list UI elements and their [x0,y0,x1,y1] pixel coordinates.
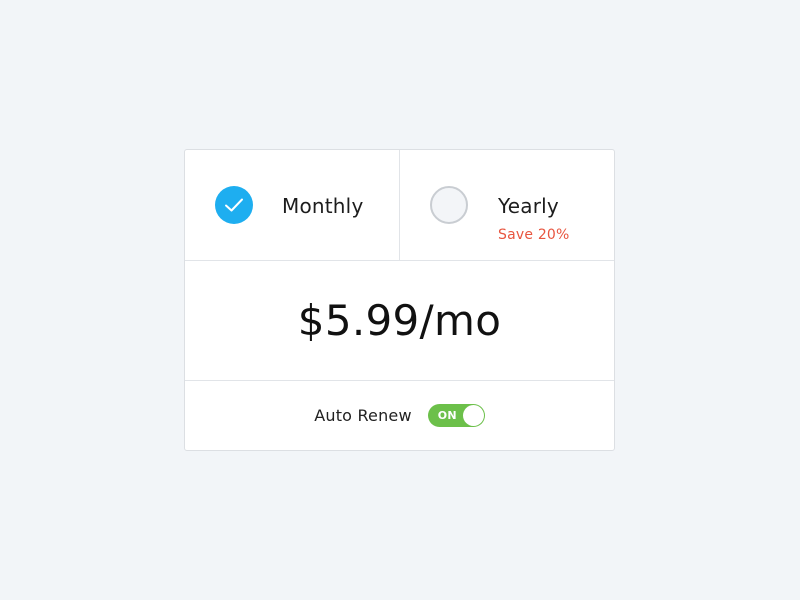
checkmark-icon [225,198,243,212]
monthly-label: Monthly [282,194,364,218]
price-display: $5.99/mo [297,295,502,345]
yearly-radio[interactable] [430,186,468,224]
auto-renew-toggle[interactable]: ON [427,404,485,427]
yearly-label: Yearly [498,194,559,218]
yearly-option[interactable]: Yearly Save 20% [399,150,614,260]
auto-renew-section: Auto Renew ON [185,381,614,450]
subscription-card: Monthly Yearly Save 20% $5.99/mo Auto Re… [184,149,615,451]
monthly-radio[interactable] [215,186,253,224]
monthly-option[interactable]: Monthly [185,150,399,260]
toggle-knob[interactable] [462,405,484,426]
yearly-savings-note: Save 20% [498,227,570,243]
toggle-state-text: ON [437,409,457,422]
billing-period-selector: Monthly Yearly Save 20% [185,150,614,261]
price-section: $5.99/mo [185,261,614,381]
auto-renew-label: Auto Renew [314,405,412,425]
